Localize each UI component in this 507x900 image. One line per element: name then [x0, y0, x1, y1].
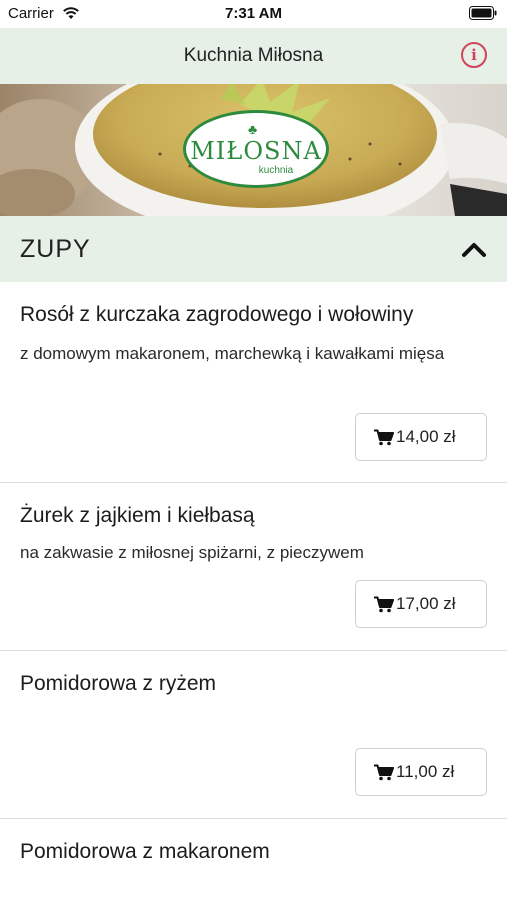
- menu-item: Żurek z jajkiem i kiełbasą na zakwasie z…: [0, 483, 507, 651]
- chevron-up-icon[interactable]: [461, 240, 487, 258]
- item-name: Pomidorowa z makaronem: [20, 840, 270, 863]
- add-to-cart-button[interactable]: 11,00 zł: [355, 748, 487, 796]
- restaurant-logo: ♣ MIŁOSNA kuchnia: [183, 110, 329, 188]
- section-header-zupy[interactable]: ZUPY: [0, 216, 507, 282]
- menu-item: Pomidorowa z makaronem: [0, 819, 507, 900]
- item-name: Pomidorowa z ryżem: [20, 672, 217, 695]
- item-name: Żurek z jajkiem i kiełbasą: [20, 504, 255, 527]
- menu-item: Rosół z kurczaka zagrodowego i wołowiny …: [0, 282, 507, 483]
- section-title: ZUPY: [20, 235, 91, 263]
- menu-list: Rosół z kurczaka zagrodowego i wołowiny …: [0, 282, 507, 900]
- navigation-bar: Kuchnia Miłosna i: [0, 28, 507, 84]
- cart-icon: [374, 429, 394, 446]
- logo-subtitle: kuchnia: [258, 165, 294, 176]
- cart-icon: [374, 596, 394, 613]
- info-icon[interactable]: i: [461, 42, 487, 68]
- status-bar: Carrier 7:31 AM: [0, 0, 507, 28]
- battery-icon: [469, 6, 497, 20]
- price-label: 17,00 zł: [396, 594, 456, 613]
- clock: 7:31 AM: [225, 5, 282, 22]
- item-name: Rosół z kurczaka zagrodowego i wołowiny: [20, 303, 414, 326]
- logo-name: MIŁOSNA: [190, 137, 322, 165]
- item-description: na zakwasie z miłosnej spiżarni, z piecz…: [20, 543, 364, 562]
- item-description: z domowym makaronem, marchewką i kawałka…: [20, 344, 445, 363]
- menu-item: Pomidorowa z ryżem 11,00 zł: [0, 651, 507, 819]
- add-to-cart-button[interactable]: 14,00 zł: [355, 413, 487, 461]
- page-title: Kuchnia Miłosna: [183, 45, 324, 66]
- cart-icon: [374, 764, 394, 781]
- clover-icon: ♣: [248, 121, 258, 137]
- add-to-cart-button[interactable]: 17,00 zł: [355, 580, 487, 628]
- price-label: 14,00 zł: [396, 427, 456, 446]
- price-label: 11,00 zł: [396, 762, 455, 781]
